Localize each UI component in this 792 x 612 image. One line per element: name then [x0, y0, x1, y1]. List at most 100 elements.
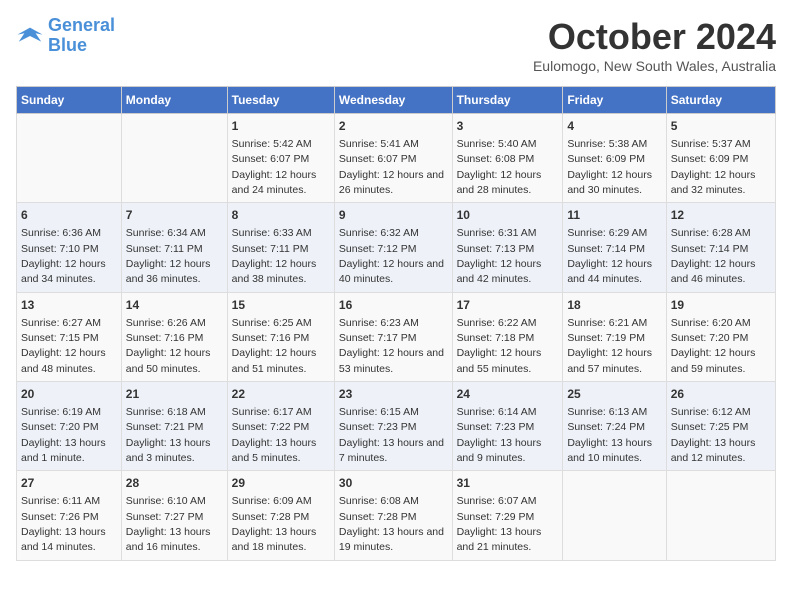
calendar-cell: 2Sunrise: 5:41 AMSunset: 6:07 PMDaylight… [334, 114, 452, 203]
page-header: General Blue October 2024 Eulomogo, New … [16, 16, 776, 74]
calendar-cell: 7 Sunrise: 6:34 AMSunset: 7:11 PMDaylight… [121, 203, 227, 292]
day-detail: Sunrise: 6:18 AMSunset: 7:21 PMDaylight:… [126, 406, 211, 464]
calendar-cell [666, 471, 775, 560]
day-detail: Sunrise: 6:19 AMSunset: 7:20 PMDaylight:… [21, 406, 106, 464]
day-number: 22 [232, 386, 330, 403]
day-number: 17 [457, 297, 559, 314]
day-number: 3 [457, 118, 559, 135]
day-detail: Sunrise: 6:36 AMSunset: 7:10 PMDaylight:… [21, 227, 106, 285]
day-detail: Sunrise: 5:38 AMSunset: 6:09 PMDaylight:… [567, 138, 652, 196]
calendar-header-row: SundayMondayTuesdayWednesdayThursdayFrid… [17, 87, 776, 114]
column-header-saturday: Saturday [666, 87, 775, 114]
day-number: 12 [671, 207, 771, 224]
calendar-cell: 1 Sunrise: 5:42 AMSunset: 6:07 PMDaylight… [227, 114, 334, 203]
title-block: October 2024 Eulomogo, New South Wales, … [533, 16, 776, 74]
day-detail: Sunrise: 6:31 AMSunset: 7:13 PMDaylight:… [457, 227, 542, 285]
day-number: 6 [21, 207, 117, 224]
calendar-cell: 29Sunrise: 6:09 AMSunset: 7:28 PMDayligh… [227, 471, 334, 560]
day-number: 29 [232, 475, 330, 492]
day-detail: Sunrise: 6:25 AMSunset: 7:16 PMDaylight:… [232, 317, 317, 375]
logo-line1: General [48, 15, 115, 35]
calendar-cell: 21 Sunrise: 6:18 AMSunset: 7:21 PMDayligh… [121, 382, 227, 471]
day-number: 4 [567, 118, 661, 135]
day-number: 27 [21, 475, 117, 492]
calendar-cell: 6 Sunrise: 6:36 AMSunset: 7:10 PMDaylight… [17, 203, 122, 292]
column-header-sunday: Sunday [17, 87, 122, 114]
column-header-wednesday: Wednesday [334, 87, 452, 114]
day-number: 28 [126, 475, 223, 492]
calendar-cell: 26Sunrise: 6:12 AMSunset: 7:25 PMDayligh… [666, 382, 775, 471]
day-number: 21 [126, 386, 223, 403]
column-header-friday: Friday [563, 87, 666, 114]
calendar-cell: 14 Sunrise: 6:26 AMSunset: 7:16 PMDayligh… [121, 292, 227, 381]
day-number: 31 [457, 475, 559, 492]
calendar-table: SundayMondayTuesdayWednesdayThursdayFrid… [16, 86, 776, 561]
column-header-monday: Monday [121, 87, 227, 114]
calendar-cell: 25Sunrise: 6:13 AMSunset: 7:24 PMDayligh… [563, 382, 666, 471]
calendar-cell: 27 Sunrise: 6:11 AMSunset: 7:26 PMDayligh… [17, 471, 122, 560]
calendar-cell: 11 Sunrise: 6:29 AMSunset: 7:14 PMDayligh… [563, 203, 666, 292]
calendar-cell: 20 Sunrise: 6:19 AMSunset: 7:20 PMDayligh… [17, 382, 122, 471]
day-detail: Sunrise: 6:29 AMSunset: 7:14 PMDaylight:… [567, 227, 652, 285]
title-location: Eulomogo, New South Wales, Australia [533, 58, 776, 74]
calendar-cell: 13 Sunrise: 6:27 AMSunset: 7:15 PMDayligh… [17, 292, 122, 381]
day-detail: Sunrise: 6:28 AMSunset: 7:14 PMDaylight:… [671, 227, 756, 285]
day-number: 30 [339, 475, 448, 492]
day-number: 10 [457, 207, 559, 224]
calendar-week-row: 1 Sunrise: 5:42 AMSunset: 6:07 PMDaylight… [17, 114, 776, 203]
day-detail: Sunrise: 6:32 AMSunset: 7:12 PMDaylight:… [339, 227, 444, 285]
day-detail: Sunrise: 5:40 AMSunset: 6:08 PMDaylight:… [457, 138, 542, 196]
day-detail: Sunrise: 6:34 AMSunset: 7:11 PMDaylight:… [126, 227, 211, 285]
day-detail: Sunrise: 6:21 AMSunset: 7:19 PMDaylight:… [567, 317, 652, 375]
day-number: 11 [567, 207, 661, 224]
calendar-cell: 19 Sunrise: 6:20 AMSunset: 7:20 PMDayligh… [666, 292, 775, 381]
day-number: 16 [339, 297, 448, 314]
day-number: 20 [21, 386, 117, 403]
calendar-cell: 16 Sunrise: 6:23 AMSunset: 7:17 PMDayligh… [334, 292, 452, 381]
day-number: 13 [21, 297, 117, 314]
day-number: 2 [339, 118, 448, 135]
day-number: 14 [126, 297, 223, 314]
day-number: 9 [339, 207, 448, 224]
day-number: 7 [126, 207, 223, 224]
day-number: 25 [567, 386, 661, 403]
day-number: 5 [671, 118, 771, 135]
calendar-cell: 30Sunrise: 6:08 AMSunset: 7:28 PMDayligh… [334, 471, 452, 560]
logo-bird-icon [16, 22, 44, 50]
day-detail: Sunrise: 6:20 AMSunset: 7:20 PMDaylight:… [671, 317, 756, 375]
day-number: 8 [232, 207, 330, 224]
calendar-cell: 12 Sunrise: 6:28 AMSunset: 7:14 PMDayligh… [666, 203, 775, 292]
calendar-cell: 15 Sunrise: 6:25 AMSunset: 7:16 PMDayligh… [227, 292, 334, 381]
day-detail: Sunrise: 6:33 AMSunset: 7:11 PMDaylight:… [232, 227, 317, 285]
day-detail: Sunrise: 6:23 AMSunset: 7:17 PMDaylight:… [339, 317, 444, 375]
calendar-week-row: 20 Sunrise: 6:19 AMSunset: 7:20 PMDayligh… [17, 382, 776, 471]
calendar-cell: 5 Sunrise: 5:37 AMSunset: 6:09 PMDaylight… [666, 114, 775, 203]
day-number: 24 [457, 386, 559, 403]
day-detail: Sunrise: 5:37 AMSunset: 6:09 PMDaylight:… [671, 138, 756, 196]
day-number: 1 [232, 118, 330, 135]
calendar-cell: 31Sunrise: 6:07 AMSunset: 7:29 PMDayligh… [452, 471, 563, 560]
column-header-thursday: Thursday [452, 87, 563, 114]
logo-line2: Blue [48, 36, 115, 56]
calendar-week-row: 13 Sunrise: 6:27 AMSunset: 7:15 PMDayligh… [17, 292, 776, 381]
day-detail: Sunrise: 6:12 AMSunset: 7:25 PMDaylight:… [671, 406, 756, 464]
day-number: 19 [671, 297, 771, 314]
day-number: 15 [232, 297, 330, 314]
day-detail: Sunrise: 6:11 AMSunset: 7:26 PMDaylight:… [21, 495, 106, 553]
calendar-week-row: 27 Sunrise: 6:11 AMSunset: 7:26 PMDayligh… [17, 471, 776, 560]
calendar-cell: 8 Sunrise: 6:33 AMSunset: 7:11 PMDaylight… [227, 203, 334, 292]
calendar-cell [121, 114, 227, 203]
calendar-cell: 23Sunrise: 6:15 AMSunset: 7:23 PMDayligh… [334, 382, 452, 471]
calendar-cell: 3 Sunrise: 5:40 AMSunset: 6:08 PMDaylight… [452, 114, 563, 203]
calendar-cell: 17 Sunrise: 6:22 AMSunset: 7:18 PMDayligh… [452, 292, 563, 381]
day-detail: Sunrise: 6:10 AMSunset: 7:27 PMDaylight:… [126, 495, 211, 553]
day-detail: Sunrise: 6:22 AMSunset: 7:18 PMDaylight:… [457, 317, 542, 375]
logo-text: General Blue [48, 16, 115, 56]
calendar-cell: 22Sunrise: 6:17 AMSunset: 7:22 PMDayligh… [227, 382, 334, 471]
calendar-cell: 4 Sunrise: 5:38 AMSunset: 6:09 PMDaylight… [563, 114, 666, 203]
day-number: 23 [339, 386, 448, 403]
day-detail: Sunrise: 5:42 AMSunset: 6:07 PMDaylight:… [232, 138, 317, 196]
day-detail: Sunrise: 6:27 AMSunset: 7:15 PMDaylight:… [21, 317, 106, 375]
calendar-cell [17, 114, 122, 203]
day-detail: Sunrise: 6:26 AMSunset: 7:16 PMDaylight:… [126, 317, 211, 375]
